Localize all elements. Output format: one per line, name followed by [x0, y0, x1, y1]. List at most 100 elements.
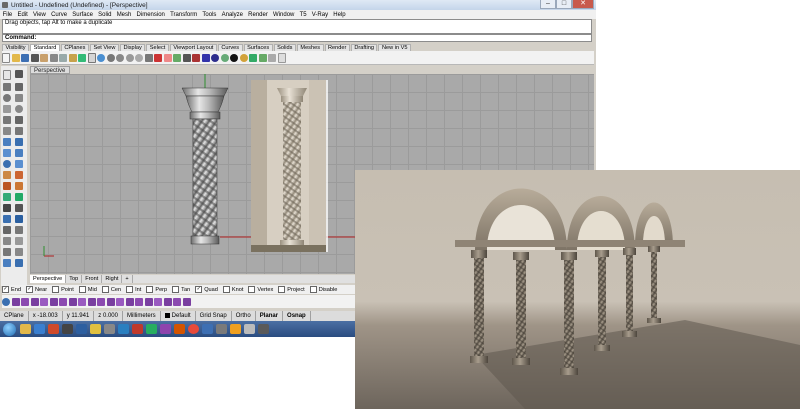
- tab-cplanes[interactable]: CPlanes: [60, 44, 89, 51]
- vray-fur-icon[interactable]: [87, 297, 96, 306]
- osnap-end-checkbox[interactable]: ✓: [2, 286, 9, 293]
- osnap-vertex-checkbox[interactable]: [248, 286, 256, 293]
- osnap-tan-checkbox[interactable]: [172, 286, 180, 293]
- copy-object-icon[interactable]: [15, 192, 23, 201]
- tab-set-view[interactable]: Set View: [89, 44, 119, 51]
- vray-extra-icon[interactable]: [182, 297, 191, 306]
- render-icon[interactable]: [211, 53, 219, 62]
- open-folder-icon[interactable]: [11, 53, 20, 62]
- viewport-tab-perspective[interactable]: Perspective: [30, 275, 67, 283]
- ie-taskbar-icon[interactable]: [34, 324, 45, 334]
- status-ortho[interactable]: Ortho: [232, 311, 256, 321]
- tab-meshes[interactable]: Meshes: [296, 44, 324, 51]
- tab-drafting[interactable]: Drafting: [350, 44, 378, 51]
- zoom-extents-icon[interactable]: [125, 53, 134, 62]
- menu-help[interactable]: Help: [331, 12, 349, 18]
- osnap-disable-checkbox[interactable]: [309, 286, 317, 293]
- app-taskbar-icon-3[interactable]: [90, 324, 101, 334]
- undo-icon[interactable]: [78, 53, 86, 62]
- polyline-icon[interactable]: [3, 82, 11, 91]
- print-icon[interactable]: [30, 53, 39, 62]
- mesh-icon[interactable]: [3, 181, 11, 190]
- revolve-icon[interactable]: [3, 159, 11, 168]
- boolean-icon[interactable]: [15, 181, 23, 190]
- minimize-button[interactable]: –: [540, 0, 556, 9]
- menu-solid[interactable]: Solid: [96, 12, 115, 18]
- vray-help-icon[interactable]: [173, 297, 181, 306]
- text-icon[interactable]: [15, 115, 23, 124]
- vray-batch-icon[interactable]: [163, 297, 172, 306]
- box-icon[interactable]: [15, 159, 23, 168]
- sphere-icon[interactable]: [3, 170, 11, 179]
- osnap-near-checkbox[interactable]: ✓: [25, 286, 33, 293]
- menu-analyze[interactable]: Analyze: [219, 12, 246, 18]
- maximize-button[interactable]: □: [556, 0, 572, 9]
- polygon-icon[interactable]: [3, 115, 11, 124]
- command-prompt[interactable]: Command:: [2, 34, 592, 42]
- windows-start-orb[interactable]: [3, 322, 16, 336]
- extrude-icon[interactable]: [15, 137, 23, 146]
- app-taskbar-icon-1[interactable]: [62, 324, 73, 334]
- osnap-int[interactable]: Int: [126, 286, 141, 293]
- properties-icon[interactable]: [15, 258, 23, 267]
- vray-options-icon[interactable]: [21, 297, 29, 306]
- menu-view[interactable]: View: [30, 12, 48, 18]
- osnap-int-checkbox[interactable]: [126, 286, 134, 293]
- media-taskbar-icon[interactable]: [48, 324, 59, 334]
- join-icon[interactable]: [3, 236, 11, 245]
- vray-export-icon[interactable]: [154, 297, 162, 306]
- vray-plane-icon[interactable]: [97, 297, 105, 306]
- vray-proxy-icon[interactable]: [78, 297, 86, 306]
- mirror-icon[interactable]: [3, 214, 11, 223]
- app-taskbar-icon-4[interactable]: [104, 324, 115, 334]
- vray-camera-icon[interactable]: [135, 297, 143, 306]
- tab-display[interactable]: Display: [119, 44, 146, 51]
- vray-sun-icon[interactable]: [68, 297, 77, 306]
- app-taskbar-icon-13[interactable]: [258, 324, 269, 334]
- menu-mesh[interactable]: Mesh: [114, 12, 134, 18]
- sweep-icon[interactable]: [15, 148, 23, 157]
- osnap-cen[interactable]: Cen: [101, 286, 121, 293]
- group-icon[interactable]: [3, 247, 11, 256]
- zoom-selected-icon[interactable]: [135, 53, 143, 62]
- osnap-project[interactable]: Project: [278, 286, 305, 293]
- osnap-knot-checkbox[interactable]: [222, 286, 230, 293]
- scale-icon[interactable]: [15, 203, 23, 212]
- menu-edit[interactable]: Edit: [15, 12, 31, 18]
- vray-clipper-icon[interactable]: [144, 297, 153, 306]
- tab-select[interactable]: Select: [146, 44, 169, 51]
- cut-icon[interactable]: [49, 53, 58, 62]
- hide-objects-icon[interactable]: [163, 53, 172, 62]
- vray-light-icon[interactable]: [59, 297, 67, 306]
- toolbar-extra-icon[interactable]: [268, 53, 276, 62]
- lock-icon[interactable]: [182, 53, 191, 62]
- osnap-mid[interactable]: Mid: [78, 286, 97, 293]
- move-icon[interactable]: [3, 192, 11, 201]
- split-icon[interactable]: [15, 225, 23, 234]
- rectangle-icon[interactable]: [3, 104, 11, 113]
- menu-surface[interactable]: Surface: [70, 12, 96, 18]
- status-planar[interactable]: Planar: [256, 311, 284, 321]
- status-layer[interactable]: Default: [161, 311, 196, 321]
- osnap-cen-checkbox[interactable]: [101, 286, 109, 293]
- help-icon[interactable]: [258, 53, 267, 62]
- osnap-vertex[interactable]: Vertex: [248, 286, 273, 293]
- viewport-tab-top[interactable]: Top: [66, 275, 83, 283]
- point-icon[interactable]: [15, 69, 23, 78]
- circle-icon[interactable]: [3, 93, 11, 102]
- tab-surfaces[interactable]: Surfaces: [243, 44, 273, 51]
- osnap-disable[interactable]: Disable: [309, 286, 337, 293]
- osnap-near[interactable]: ✓ Near: [25, 286, 47, 293]
- menu-render[interactable]: Render: [246, 12, 271, 18]
- offset-icon[interactable]: [15, 126, 23, 135]
- app-taskbar-icon-6[interactable]: [132, 324, 143, 334]
- surface-icon[interactable]: [3, 137, 11, 146]
- app-taskbar-icon-12[interactable]: [244, 324, 255, 334]
- array-icon[interactable]: [15, 214, 23, 223]
- status-grid-snap[interactable]: Grid Snap: [196, 311, 232, 321]
- menu-vray[interactable]: V-Ray: [309, 12, 331, 18]
- toolbar-overflow-icon[interactable]: [277, 52, 286, 63]
- osnap-perp-checkbox[interactable]: [146, 286, 154, 293]
- menu-t5[interactable]: T5: [297, 12, 309, 18]
- osnap-tan[interactable]: Tan: [172, 286, 190, 293]
